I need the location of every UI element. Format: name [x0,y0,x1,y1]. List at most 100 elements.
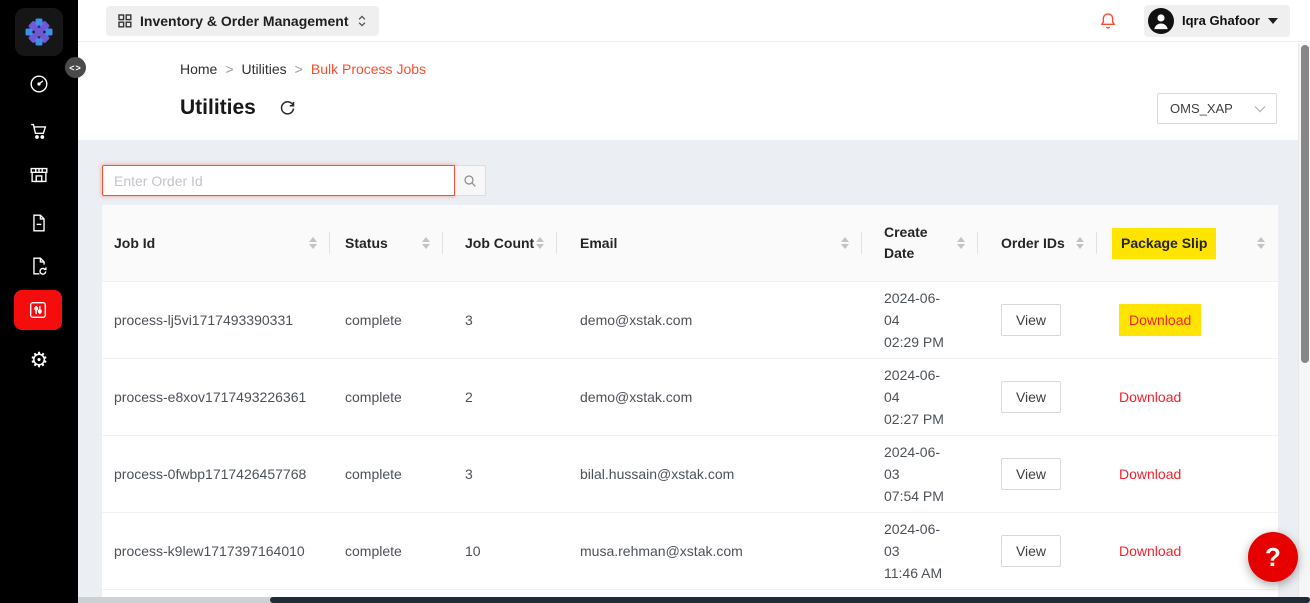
table-row: process-lj5vi1717493390331 complete 3 de… [102,282,1278,359]
table-row: process-e8xov1717493226361 complete 2 de… [102,359,1278,436]
column-header-job-id[interactable]: Job Id [102,205,330,281]
updown-chevrons-icon [357,14,367,28]
user-name: Iqra Ghafoor [1182,13,1260,28]
sort-icon[interactable] [309,237,317,249]
table-row: process-k9lew1717397164010 complete 10 m… [102,513,1278,590]
status-cell: complete [330,513,443,589]
help-button[interactable]: ? [1248,532,1298,582]
sidebar-item-document-sync[interactable] [0,246,78,286]
jobs-table: Job Id Status Job Count Email Create Dat… [102,205,1278,597]
sort-icon[interactable] [957,237,965,249]
column-header-create-date[interactable]: Create Date [862,205,978,281]
breadcrumb-current[interactable]: Bulk Process Jobs [311,61,426,77]
topbar: Inventory & Order Management Iqra Ghafoo… [78,0,1310,42]
avatar [1148,8,1174,34]
sidebar-item-orders[interactable] [0,111,78,151]
app-switcher-label: Inventory & Order Management [140,13,349,29]
email-cell: demo@xstak.com [557,282,862,358]
download-link[interactable]: Download [1119,463,1181,485]
search-button[interactable] [455,165,486,196]
chevron-down-icon [1254,105,1266,113]
job-id-cell: process-lj5vi1717493390331 [102,282,330,358]
create-date-cell: 2024-06-03 07:54 PM [862,436,978,512]
order-ids-cell: View [978,282,1097,358]
order-id-search-input[interactable] [102,165,455,196]
sidebar: ⚙ [0,0,78,603]
vertical-scrollbar[interactable] [1298,43,1310,597]
view-button[interactable]: View [1001,458,1061,490]
download-link[interactable]: Download [1119,540,1181,562]
horizontal-scrollbar-thumb[interactable] [270,597,1310,603]
create-date-cell: 2024-06-04 02:27 PM [862,359,978,435]
sort-icon[interactable] [536,237,544,249]
breadcrumb-home[interactable]: Home [180,61,217,77]
column-header-package-slip[interactable]: Package Slip [1097,205,1278,281]
sidebar-item-bulk-process-active[interactable] [14,290,62,330]
xstak-logo-icon [21,14,57,50]
table-body: process-lj5vi1717493390331 complete 3 de… [102,282,1278,590]
package-slip-cell: Download [1097,436,1278,512]
status-cell: complete [330,359,443,435]
job-count-cell: 3 [443,282,557,358]
document-icon [28,212,50,234]
sidebar-item-settings[interactable]: ⚙ [0,340,78,380]
sort-icon[interactable] [422,237,430,249]
package-slip-cell: Download [1097,282,1278,358]
sort-icon[interactable] [1076,237,1084,249]
sort-icon[interactable] [841,237,849,249]
sidebar-collapse-toggle[interactable]: <> [65,57,86,78]
package-slip-cell: Download [1097,359,1278,435]
top-region: Inventory & Order Management Iqra Ghafoo… [78,0,1310,140]
person-icon [1148,8,1174,34]
view-button[interactable]: View [1001,381,1061,413]
table-row: process-0fwbp1717426457768 complete 3 bi… [102,436,1278,513]
email-cell: demo@xstak.com [557,359,862,435]
sidebar-item-documents[interactable] [0,203,78,243]
email-cell: musa.rehman@xstak.com [557,513,862,589]
breadcrumb-separator: > [225,61,233,77]
view-button[interactable]: View [1001,535,1061,567]
workspace-select[interactable]: OMS_XAP [1157,93,1277,124]
sort-icon[interactable] [1257,237,1265,249]
job-id-cell: process-0fwbp1717426457768 [102,436,330,512]
app-logo[interactable] [15,8,63,56]
job-id-cell: process-k9lew1717397164010 [102,513,330,589]
view-button[interactable]: View [1001,304,1061,336]
status-cell: complete [330,436,443,512]
column-header-email[interactable]: Email [557,205,862,281]
refresh-button[interactable] [278,99,297,118]
email-cell: bilal.hussain@xstak.com [557,436,862,512]
job-count-cell: 2 [443,359,557,435]
workspace-selected-value: OMS_XAP [1170,101,1254,116]
user-menu[interactable]: Iqra Ghafoor [1144,5,1290,37]
column-header-status[interactable]: Status [330,205,443,281]
page-title: Utilities [180,96,256,120]
cart-icon [28,120,50,142]
job-id-cell: process-e8xov1717493226361 [102,359,330,435]
create-date-cell: 2024-06-03 11:46 AM [862,513,978,589]
sidebar-item-store[interactable] [0,155,78,195]
app-switcher[interactable]: Inventory & Order Management [106,6,379,36]
breadcrumb-separator: > [295,61,303,77]
create-date-cell: 2024-06-04 02:29 PM [862,282,978,358]
sliders-icon [27,299,49,321]
store-icon [28,164,50,186]
download-link[interactable]: Download [1119,386,1181,408]
grid-icon [118,14,132,28]
search-icon [462,173,478,189]
vertical-scrollbar-thumb[interactable] [1301,45,1309,363]
column-header-job-count[interactable]: Job Count [443,205,557,281]
job-count-cell: 10 [443,513,557,589]
refresh-icon [278,99,297,118]
dashboard-gauge-icon [28,73,50,95]
download-link[interactable]: Download [1119,304,1201,336]
notification-bell-icon[interactable] [1098,11,1118,31]
order-ids-cell: View [978,359,1097,435]
breadcrumb-utilities[interactable]: Utilities [242,61,287,77]
status-cell: complete [330,282,443,358]
job-count-cell: 3 [443,436,557,512]
horizontal-scrollbar[interactable] [78,597,1310,603]
column-header-order-ids[interactable]: Order IDs [978,205,1097,281]
chevron-down-icon [1268,18,1278,24]
order-ids-cell: View [978,436,1097,512]
